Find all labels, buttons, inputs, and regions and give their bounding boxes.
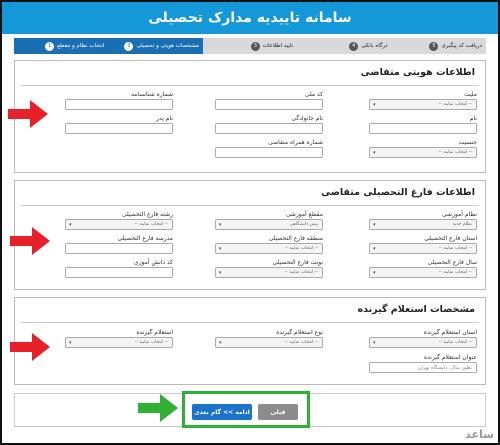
page-title: سامانه تاییدیه مدارک تحصیلی [2, 2, 498, 34]
buttons-highlight: ادامه >> گام بعدی قبلی [182, 391, 310, 428]
student-code-input[interactable] [65, 267, 173, 278]
chevron-down-icon: ▾ [219, 222, 222, 228]
student-code-label: کد دانش آموزی [133, 259, 173, 266]
step-2[interactable]: 2 مشخصات هویتی و تحصیلی [108, 38, 203, 54]
gender-select[interactable]: -- انتخاب نمایید -- ▾ [369, 147, 477, 158]
watermark-logo: ساعد [465, 428, 494, 441]
grad-province-label: استان فارغ التحصیلی [424, 235, 477, 242]
chevron-down-icon: ▾ [219, 246, 222, 252]
step-1[interactable]: 1 انتخاب نظام و مقطع [14, 38, 109, 54]
inquiry-type-label: نوع استعلام گیرنده [276, 329, 323, 336]
wizard-steps: 1 انتخاب نظام و مقطع 2 مشخصات هویتی و تحصی… [14, 38, 487, 54]
chevron-down-icon: ▾ [373, 222, 376, 228]
edu-level-select[interactable]: پیش دانشگاهی ▾ [215, 219, 323, 230]
major-select[interactable]: -- انتخاب نمایید -- ▾ [65, 219, 173, 230]
graduate-panel: اطلاعات فارغ التحصیلی متقاضی نظام آموزشی… [14, 180, 486, 290]
red-arrow-icon [10, 227, 50, 255]
edu-level-label: مقطع آموزشی [285, 211, 323, 218]
chevron-down-icon: ▾ [373, 246, 376, 252]
last-name-label: نام خانوادگی [291, 115, 323, 122]
grad-turn-label: نوبت فارغ التحصیلی [272, 259, 324, 266]
national-code-input[interactable] [215, 99, 323, 110]
green-arrow-icon [138, 394, 178, 422]
grad-turn-select[interactable]: -- انتخاب نمایید -- ▾ [215, 267, 323, 278]
graduate-title: اطلاعات فارغ التحصیلی متقاضی [321, 187, 475, 198]
identity-panel: اطلاعات هویتی متقاضی ملیت -- انتخاب نمای… [14, 60, 486, 173]
step-4[interactable]: 4 درگاه بانکی [297, 38, 392, 54]
last-name-input[interactable] [215, 123, 323, 134]
grad-region-label: منطقه فارغ التحصیلی [268, 235, 323, 242]
red-arrow-icon [8, 100, 48, 128]
chevron-down-icon: ▾ [69, 222, 72, 228]
chevron-down-icon: ▾ [219, 340, 222, 346]
chevron-down-icon: ▾ [373, 150, 376, 156]
recipient-title-label: عنوان استعلام گیرنده [423, 354, 477, 361]
national-code-label: کد ملی [304, 91, 323, 98]
grad-year-select[interactable]: -- انتخاب نمایید -- ▾ [369, 267, 477, 278]
grad-year-label: سال فارغ التحصیلی [427, 259, 477, 266]
grad-province-select[interactable]: -- انتخاب نمایید -- ▾ [369, 243, 477, 254]
first-name-label: نام [469, 115, 477, 122]
red-arrow-icon [10, 333, 50, 361]
next-button[interactable]: ادامه >> گام بعدی [192, 404, 252, 420]
mobile-input[interactable] [215, 147, 323, 158]
first-name-input[interactable] [369, 123, 477, 134]
recipient-title-input[interactable]: بطور مثال: دانشگاه تهران [369, 362, 477, 373]
id-number-input[interactable] [65, 99, 173, 110]
id-number-label: شماره شناسنامه [130, 91, 173, 98]
inquiry-type-select[interactable]: -- انتخاب نمایید -- ▾ [215, 337, 323, 348]
chevron-down-icon: ▾ [373, 340, 376, 346]
inquiry-province-select[interactable]: -- انتخاب نمایید -- ▾ [369, 337, 477, 348]
recipient-label: استعلام گیرنده [136, 329, 173, 336]
grad-region-select[interactable]: -- انتخاب نمایید -- ▾ [215, 243, 323, 254]
inquiry-title: مشخصات استعلام گیرنده [357, 304, 475, 315]
father-name-input[interactable] [65, 123, 173, 134]
school-input[interactable] [65, 243, 173, 254]
inquiry-panel: مشخصات استعلام گیرنده استان استعلام گیرن… [14, 297, 486, 385]
inquiry-province-label: استان استعلام گیرنده [423, 329, 477, 336]
nationality-select[interactable]: -- انتخاب نمایید -- ▾ [369, 99, 477, 110]
chevron-down-icon: ▾ [373, 270, 376, 276]
major-label: رشته فارغ التحصیلی [121, 211, 173, 218]
nationality-label: ملیت [464, 91, 477, 98]
step-5[interactable]: 5 دریافت کد پیگیری [391, 38, 487, 54]
edu-system-select[interactable]: نظام جدید ▾ [369, 219, 477, 230]
recipient-select[interactable]: -- انتخاب نمایید -- ▾ [65, 337, 173, 348]
gender-label: جنسیت [458, 139, 477, 146]
step-3[interactable]: 3 تایید اطلاعات [202, 38, 298, 54]
mobile-label: شماره همراه متقاضی [268, 139, 323, 146]
prev-button[interactable]: قبلی [258, 404, 298, 420]
edu-system-label: نظام آموزشی [442, 211, 477, 218]
school-label: مدرسه فارغ التحصیلی [117, 235, 173, 242]
father-name-label: نام پدر [156, 115, 173, 122]
chevron-down-icon: ▾ [373, 102, 376, 108]
chevron-down-icon: ▾ [69, 340, 72, 346]
identity-title: اطلاعات هویتی متقاضی [360, 67, 475, 78]
chevron-down-icon: ▾ [219, 270, 222, 276]
